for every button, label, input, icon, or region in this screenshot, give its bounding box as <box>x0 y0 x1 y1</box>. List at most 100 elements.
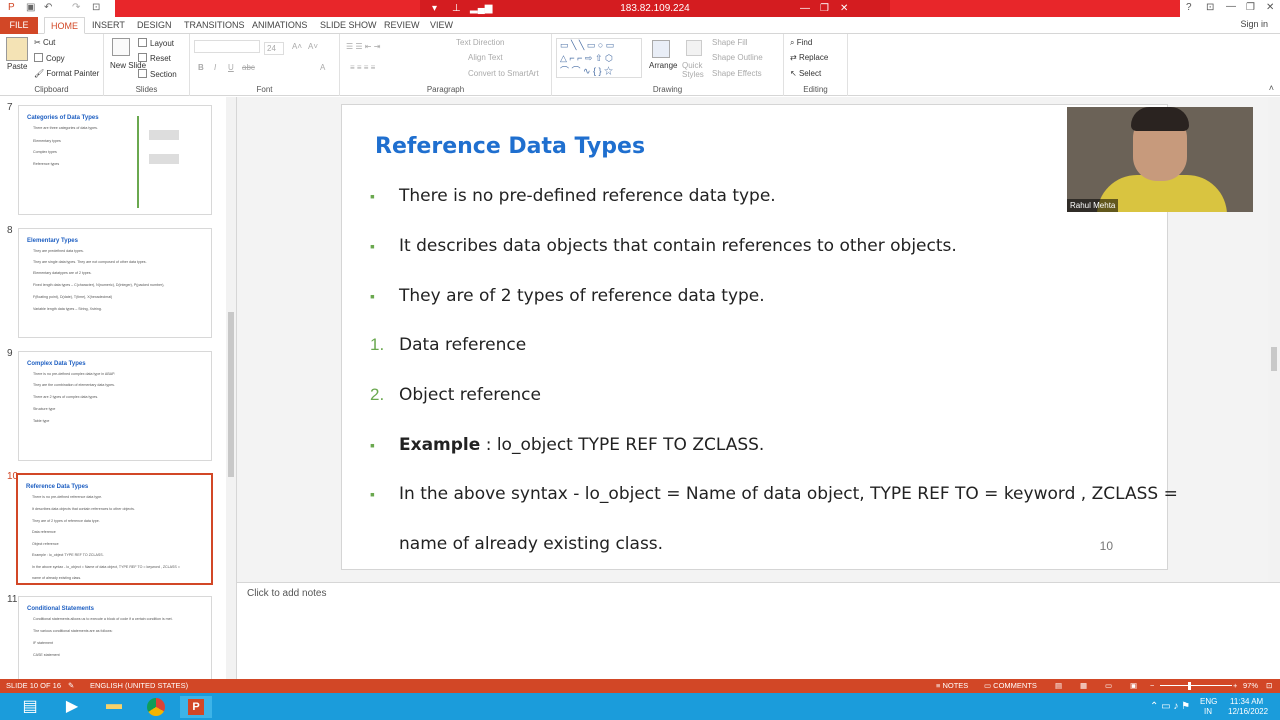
tab-slide-show[interactable]: SLIDE SHOW <box>314 17 383 34</box>
tab-review[interactable]: REVIEW <box>378 17 426 34</box>
bold-button[interactable]: B <box>198 63 204 72</box>
bullet-text-continuation[interactable]: name of already existing class. <box>399 534 663 554</box>
editor-scrollbar[interactable] <box>1268 97 1280 582</box>
shapes-gallery[interactable]: ▭ ╲ ╲ ▭ ○ ▭ △ ⌐ ⌐ ⇨ ⇧ ⬡ ⌒ ⌒ ∿ { } ☆ <box>556 38 642 78</box>
zoom-level[interactable]: 97% <box>1243 681 1258 690</box>
format-painter-button[interactable]: 🖌 Format Painter <box>34 69 99 78</box>
restore-button[interactable]: ❐ <box>1246 2 1255 13</box>
bullet-text[interactable]: They are of 2 types of reference data ty… <box>399 286 765 306</box>
redo-icon[interactable]: ↷ <box>72 2 80 13</box>
numbered-text[interactable]: Data reference <box>399 335 526 355</box>
font-color-icon[interactable]: A <box>320 63 325 72</box>
slide-sorter-icon[interactable]: ▦ <box>1080 681 1087 690</box>
zoom-out-icon[interactable]: − <box>1150 681 1154 690</box>
input-language[interactable]: ENG <box>1200 697 1217 706</box>
align-text-button[interactable]: Align Text <box>468 53 503 62</box>
paste-icon[interactable] <box>6 37 28 61</box>
help-icon[interactable]: ? <box>1186 2 1192 13</box>
file-explorer-icon[interactable]: ▤ <box>14 696 46 718</box>
convert-smartart-button[interactable]: Convert to SmartArt <box>468 69 539 78</box>
slide-thumbnail-10[interactable]: Reference Data Types There is no pre-def… <box>16 473 213 585</box>
tab-home[interactable]: HOME <box>44 17 85 34</box>
input-region[interactable]: IN <box>1204 707 1212 716</box>
close-button[interactable]: ✕ <box>1266 2 1274 13</box>
clock-time[interactable]: 11:34 AM <box>1230 697 1263 706</box>
numbered-text[interactable]: Object reference <box>399 385 541 405</box>
font-family-select[interactable] <box>194 40 260 53</box>
remote-close-icon[interactable]: ✕ <box>840 0 848 17</box>
quick-styles-icon[interactable] <box>686 40 702 56</box>
sign-in-link[interactable]: Sign in <box>1240 19 1268 29</box>
text-direction-button[interactable]: Text Direction <box>456 38 504 47</box>
section-button[interactable]: Section <box>138 69 177 79</box>
editor-scroll-thumb[interactable] <box>1271 347 1277 371</box>
comments-toggle[interactable]: ▭ COMMENTS <box>984 681 1037 690</box>
language-indicator[interactable]: ENGLISH (UNITED STATES) <box>90 681 188 690</box>
powerpoint-taskbar-icon[interactable]: P <box>180 696 212 718</box>
undo-icon[interactable]: ↶ <box>44 2 52 13</box>
strikethrough-button[interactable]: abc <box>242 63 255 72</box>
cut-button[interactable]: ✂ Cut <box>34 38 55 47</box>
bullet-text[interactable]: In the above syntax - lo_object = Name o… <box>399 484 1178 504</box>
example-line[interactable]: Example : lo_object TYPE REF TO ZCLASS. <box>399 435 764 455</box>
slide-thumbnail-11[interactable]: Conditional Statements Conditional state… <box>18 596 212 679</box>
clock-date[interactable]: 12/16/2022 <box>1228 707 1268 716</box>
italic-button[interactable]: I <box>214 63 216 72</box>
collapse-ribbon-icon[interactable]: ˄ <box>1269 83 1274 93</box>
grow-font-icon[interactable]: A˄ <box>292 42 302 51</box>
shape-outline-button[interactable]: Shape Outline <box>712 53 763 62</box>
shape-fill-button[interactable]: Shape Fill <box>712 38 748 47</box>
minimize-button[interactable]: — <box>1226 1 1236 12</box>
powershell-icon[interactable]: ▶ <box>56 696 88 718</box>
zoom-slider[interactable] <box>1160 685 1232 686</box>
tab-animations[interactable]: ANIMATIONS <box>246 17 313 34</box>
arrange-icon[interactable] <box>652 40 670 58</box>
thumbnail-scroll-thumb[interactable] <box>228 312 234 477</box>
slide-show-icon[interactable]: ▣ <box>1130 681 1137 690</box>
zoom-in-icon[interactable]: + <box>1233 681 1237 690</box>
bullet-text[interactable]: There is no pre-defined reference data t… <box>399 186 776 206</box>
remote-restore-icon[interactable]: ❐ <box>820 0 829 17</box>
tray-icons[interactable]: ⌃ ▭ ♪ ⚑ <box>1150 701 1190 712</box>
copy-button[interactable]: Copy <box>34 53 65 63</box>
slide-thumbnail-7[interactable]: Categories of Data Types There are three… <box>18 105 212 215</box>
normal-view-icon[interactable]: ▤ <box>1055 681 1062 690</box>
spellcheck-icon[interactable]: ✎ <box>68 681 74 690</box>
select-button[interactable]: ↖ Select <box>790 69 821 78</box>
slide-title[interactable]: Reference Data Types <box>375 134 645 159</box>
tab-insert[interactable]: INSERT <box>86 17 131 34</box>
find-button[interactable]: ⌕ Find <box>790 38 812 48</box>
arrange-button[interactable]: Arrange <box>649 61 677 70</box>
pin-icon[interactable]: ▾ <box>432 0 437 17</box>
zoom-slider-thumb[interactable] <box>1188 682 1191 690</box>
reset-button[interactable]: Reset <box>138 53 171 63</box>
notes-toggle[interactable]: ≡ NOTES <box>936 681 968 690</box>
reading-view-icon[interactable]: ▭ <box>1105 681 1112 690</box>
underline-button[interactable]: U <box>228 63 234 72</box>
current-slide[interactable]: Reference Data Types ▪ There is no pre-d… <box>341 104 1178 570</box>
new-slide-icon[interactable] <box>112 38 130 56</box>
font-size-select[interactable]: 24 <box>264 42 284 55</box>
quick-styles-button[interactable]: Quick Styles <box>682 61 706 79</box>
layout-button[interactable]: Layout <box>138 38 174 48</box>
tab-file[interactable]: FILE <box>0 17 38 34</box>
bullets-icon[interactable]: ☰ ☰ ⇤ ⇥ <box>346 42 380 51</box>
shrink-font-icon[interactable]: A˅ <box>308 42 318 51</box>
bullet-text[interactable]: It describes data objects that contain r… <box>399 236 957 256</box>
slide-thumbnail-9[interactable]: Complex Data Types There is no pre-defin… <box>18 351 212 461</box>
fit-slide-icon[interactable]: ⊡ <box>1266 681 1272 690</box>
thumbnail-scrollbar[interactable] <box>226 97 236 679</box>
notes-placeholder[interactable]: Click to add notes <box>247 588 327 599</box>
tab-design[interactable]: DESIGN <box>131 17 178 34</box>
remote-minimize-icon[interactable]: — <box>800 0 810 17</box>
save-icon[interactable]: ▣ <box>26 2 35 13</box>
folder-icon[interactable]: ▬ <box>98 696 130 718</box>
start-from-beginning-icon[interactable]: ⊡ <box>92 2 100 13</box>
ribbon-display-icon[interactable]: ⊡ <box>1206 2 1214 13</box>
chrome-icon[interactable] <box>140 696 172 718</box>
replace-button[interactable]: ⇄ Replace <box>790 53 828 62</box>
align-icons[interactable]: ≡ ≡ ≡ ≡ <box>350 63 375 72</box>
tab-transitions[interactable]: TRANSITIONS <box>178 17 251 34</box>
slide-thumbnail-8[interactable]: Elementary Types They are predefined dat… <box>18 228 212 338</box>
paste-button[interactable]: Paste <box>7 62 27 71</box>
